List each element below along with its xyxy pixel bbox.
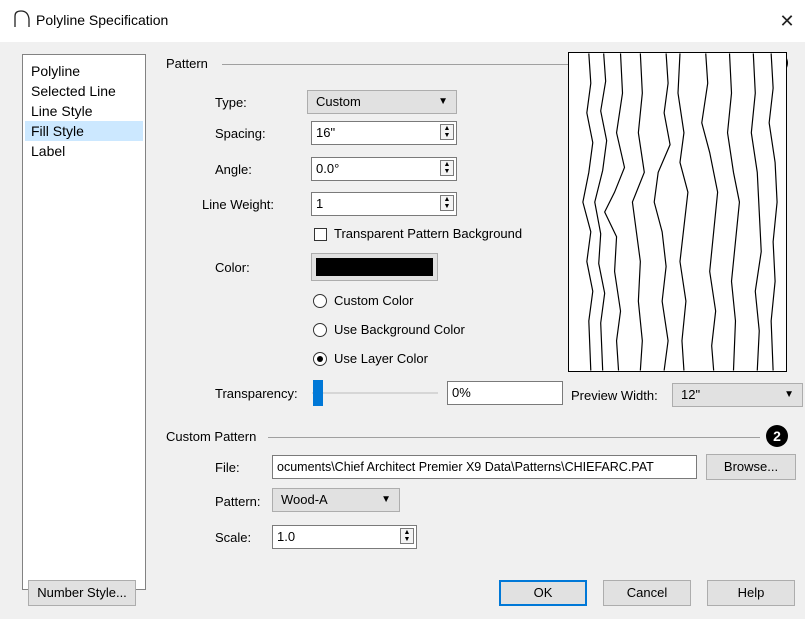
spin-down-icon[interactable]: ▼	[441, 203, 453, 210]
help-button[interactable]: Help	[707, 580, 795, 606]
file-path-input[interactable]: ocuments\Chief Architect Premier X9 Data…	[272, 455, 697, 479]
transparency-input[interactable]: 0%	[447, 381, 563, 405]
category-list[interactable]: Polyline Selected Line Line Style Fill S…	[22, 54, 146, 590]
scale-spin-buttons[interactable]: ▲ ▼	[400, 528, 414, 544]
browse-button[interactable]: Browse...	[706, 454, 796, 480]
transparency-label: Transparency:	[215, 386, 298, 401]
color-button[interactable]	[311, 253, 438, 281]
custom-color-label[interactable]: Custom Color	[334, 293, 413, 308]
cancel-button[interactable]: Cancel	[603, 580, 691, 606]
spin-up-icon[interactable]: ▲	[441, 161, 453, 168]
layer-color-radio[interactable]	[313, 352, 327, 366]
sidebar-item-polyline[interactable]: Polyline	[25, 61, 143, 81]
type-dropdown[interactable]: Custom ▼	[307, 90, 457, 114]
file-label: File:	[215, 460, 240, 475]
line-weight-spinbox[interactable]: 1 ▲ ▼	[311, 192, 457, 216]
polyline-app-icon	[14, 10, 30, 27]
transparent-background-checkbox[interactable]	[314, 228, 327, 241]
angle-spin-buttons[interactable]: ▲ ▼	[440, 160, 454, 176]
chevron-down-icon: ▼	[438, 96, 448, 107]
pattern-label: Pattern:	[215, 494, 261, 509]
callout-badge-2: 2	[766, 425, 788, 447]
angle-value: 0.0°	[316, 161, 340, 176]
custom-pattern-group-line	[268, 437, 760, 438]
ok-button[interactable]: OK	[499, 580, 587, 606]
layer-color-label[interactable]: Use Layer Color	[334, 351, 428, 366]
transparent-background-label[interactable]: Transparent Pattern Background	[334, 226, 522, 241]
angle-label: Angle:	[215, 162, 252, 177]
preview-width-value: 12"	[681, 387, 701, 402]
spacing-value: 16"	[316, 125, 336, 140]
color-swatch	[316, 258, 433, 276]
number-style-button[interactable]: Number Style...	[28, 580, 136, 606]
pattern-value: Wood-A	[281, 492, 328, 507]
sidebar-item-selected-line[interactable]: Selected Line	[25, 81, 143, 101]
preview-width-label: Preview Width:	[571, 388, 658, 403]
background-color-label[interactable]: Use Background Color	[334, 322, 465, 337]
pattern-group-title: Pattern	[166, 56, 208, 71]
scale-label: Scale:	[215, 530, 252, 545]
custom-color-radio[interactable]	[313, 294, 327, 308]
background-color-radio[interactable]	[313, 323, 327, 337]
transparency-slider-thumb[interactable]	[313, 380, 323, 406]
window-title: Polyline Specification	[36, 12, 169, 28]
type-value: Custom	[316, 94, 361, 109]
close-icon[interactable]: ✕	[776, 10, 798, 32]
pattern-preview	[568, 52, 787, 372]
spacing-spin-buttons[interactable]: ▲ ▼	[440, 124, 454, 140]
line-weight-spin-buttons[interactable]: ▲ ▼	[440, 195, 454, 211]
spacing-label: Spacing:	[215, 126, 266, 141]
spin-down-icon[interactable]: ▼	[441, 132, 453, 139]
sidebar-item-fill-style[interactable]: Fill Style	[25, 121, 143, 141]
spin-up-icon[interactable]: ▲	[441, 196, 453, 203]
angle-spinbox[interactable]: 0.0° ▲ ▼	[311, 157, 457, 181]
chevron-down-icon: ▼	[381, 494, 391, 505]
color-label: Color:	[215, 260, 250, 275]
scale-value: 1.0	[277, 529, 296, 544]
chevron-down-icon: ▼	[784, 389, 794, 400]
sidebar-item-line-style[interactable]: Line Style	[25, 101, 143, 121]
spin-down-icon[interactable]: ▼	[401, 536, 413, 543]
transparency-slider-track[interactable]	[312, 392, 438, 394]
line-weight-label: Line Weight:	[202, 197, 275, 212]
scale-spinbox[interactable]: 1.0 ▲ ▼	[272, 525, 417, 549]
spin-up-icon[interactable]: ▲	[401, 529, 413, 536]
pattern-dropdown[interactable]: Wood-A ▼	[272, 488, 400, 512]
custom-pattern-group-title: Custom Pattern	[166, 429, 257, 444]
line-weight-value: 1	[316, 196, 324, 211]
sidebar-item-label[interactable]: Label	[25, 141, 143, 161]
type-label: Type:	[215, 95, 247, 110]
spin-down-icon[interactable]: ▼	[441, 168, 453, 175]
spin-up-icon[interactable]: ▲	[441, 125, 453, 132]
preview-width-dropdown[interactable]: 12" ▼	[672, 383, 803, 407]
spacing-spinbox[interactable]: 16" ▲ ▼	[311, 121, 457, 145]
